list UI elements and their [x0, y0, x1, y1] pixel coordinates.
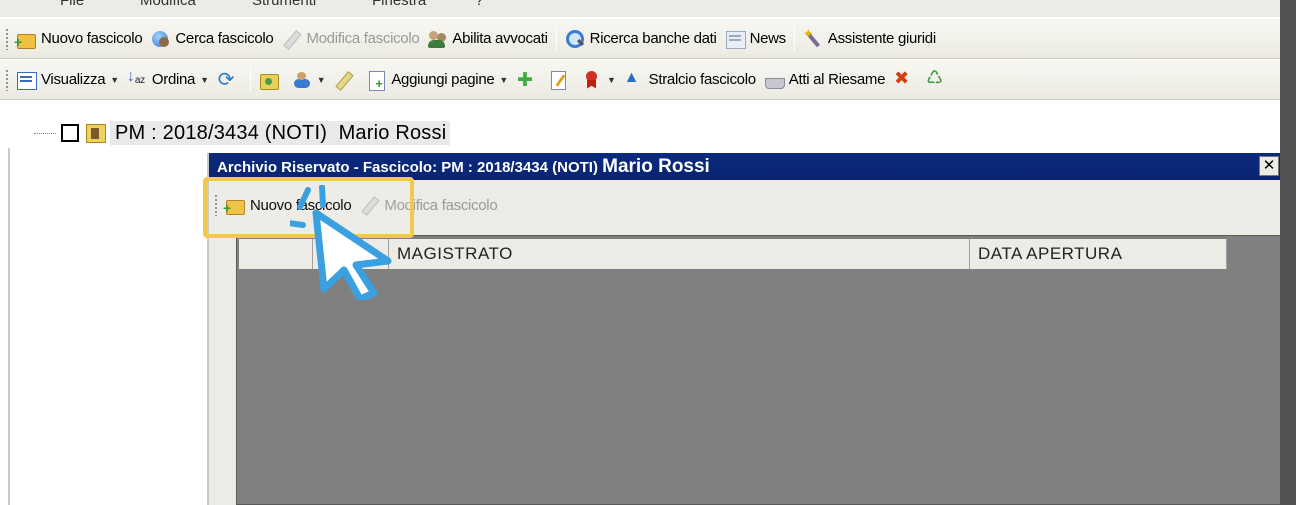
toolbar-grip[interactable] [5, 68, 9, 91]
ordina-label: Ordina [151, 71, 196, 88]
pencil-icon [281, 29, 301, 49]
modifica-fascicolo-label: Modifica fascicolo [306, 30, 420, 47]
doc-edit-button[interactable] [545, 65, 578, 95]
caret-down-icon: ▼ [316, 74, 326, 85]
ribbon-icon [582, 70, 602, 90]
toolbar-grip[interactable] [5, 27, 9, 50]
visualizza-label: Visualizza [41, 71, 106, 88]
abilita-avvocati-button[interactable]: Abilita avvocati [423, 24, 551, 54]
tree-node-checkbox[interactable] [61, 124, 79, 142]
visualizza-dropdown[interactable]: Visualizza ▼ [12, 65, 123, 95]
assistente-giuridico-label: Assistente giuridi [827, 30, 936, 47]
grid-column-magistrato[interactable]: MAGISTRATO [389, 239, 970, 269]
wand-icon [803, 26, 823, 49]
main-toolbar: Nuovo fascicolo Cerca fascicolo Modifica… [0, 19, 1296, 59]
caret-down-icon: ▼ [200, 74, 209, 85]
arrow-up-icon [624, 69, 644, 90]
news-icon [725, 29, 746, 49]
folder-icon [259, 70, 279, 90]
atti-al-riesame-label: Atti al Riesame [788, 71, 886, 88]
ricerca-banche-dati-button[interactable]: Ricerca banche dati [561, 24, 721, 54]
globe-search-icon [150, 29, 170, 49]
atti-al-riesame-button[interactable]: Atti al Riesame [760, 65, 889, 95]
pointer-cursor-icon [290, 185, 392, 300]
delete-button[interactable] [889, 65, 922, 95]
recycle-button[interactable] [922, 65, 955, 95]
nuovo-fascicolo-button[interactable]: Nuovo fascicolo [12, 24, 146, 54]
ordina-dropdown[interactable]: Ordina ▼ [123, 65, 213, 95]
stralcio-fascicolo-button[interactable]: Stralcio fascicolo [620, 65, 760, 95]
recycle-icon [926, 67, 946, 90]
dialog-title: Archivio Riservato - Fascicolo: PM : 201… [217, 159, 598, 176]
ribbon-dropdown[interactable]: ▼ [578, 65, 620, 95]
delete-icon [893, 68, 913, 90]
abilita-avvocati-label: Abilita avvocati [452, 30, 548, 47]
grid-column-data-apertura[interactable]: DATA APERTURA [970, 239, 1227, 269]
nuovo-fascicolo-label: Nuovo fascicolo [41, 30, 143, 47]
tree-node-label[interactable]: PM : 2018/3434 (NOTI) Mario Rossi [110, 121, 451, 145]
cerca-fascicolo-button[interactable]: Cerca fascicolo [146, 24, 277, 54]
toolbar-separator [249, 67, 251, 92]
window-frame-edge [1280, 0, 1296, 505]
dialog-title-name: Mario Rossi [602, 156, 710, 177]
modifica-fascicolo-button: Modifica fascicolo [277, 24, 423, 54]
toolbar-separator [555, 26, 557, 51]
edit-button[interactable] [329, 65, 362, 95]
close-icon[interactable]: ✕ [1259, 156, 1279, 176]
sort-icon [127, 70, 147, 90]
tree-connector [34, 133, 56, 134]
folder-new-icon [14, 29, 36, 49]
cerca-fascicolo-label: Cerca fascicolo [175, 30, 274, 47]
plus-icon [516, 69, 536, 92]
add-pages-icon [366, 70, 386, 91]
menu-help[interactable]: ? [475, 0, 483, 9]
search-icon [565, 29, 585, 49]
refresh-icon [217, 67, 237, 92]
caret-down-icon: ▼ [110, 74, 119, 85]
case-folder-icon [84, 121, 106, 143]
document-edit-icon [549, 70, 569, 90]
news-button[interactable]: News [721, 24, 790, 54]
dialog-title-bar[interactable]: Archivio Riservato - Fascicolo: PM : 201… [209, 153, 1296, 180]
menu-modifica[interactable]: Modifica [140, 0, 196, 9]
menu-strumenti[interactable]: Strumenti [252, 0, 316, 9]
aggiungi-pagine-dropdown[interactable]: Aggiungi pagine ▼ [362, 65, 512, 95]
menu-bar: File Modifica Strumenti Finestra ? [0, 0, 1296, 17]
left-panel-border [8, 148, 10, 505]
folder-button[interactable] [255, 65, 288, 95]
people-icon [292, 70, 312, 90]
list-view-icon [16, 70, 37, 90]
caret-down-icon: ▼ [607, 74, 616, 85]
pencil-icon [333, 70, 353, 90]
stralcio-fascicolo-label: Stralcio fascicolo [648, 71, 756, 88]
menu-file[interactable]: File [60, 0, 84, 9]
caret-down-icon: ▼ [499, 74, 509, 85]
people-dropdown[interactable]: ▼ [288, 65, 330, 95]
refresh-button[interactable] [213, 65, 246, 95]
add-button[interactable] [512, 65, 545, 95]
assistente-giuridico-button[interactable]: Assistente giuridi [799, 24, 940, 54]
ricerca-banche-dati-label: Ricerca banche dati [589, 30, 717, 47]
toolbar-separator [793, 26, 795, 51]
aggiungi-pagine-label: Aggiungi pagine [391, 71, 495, 88]
news-label: News [749, 30, 787, 47]
menu-finestra[interactable]: Finestra [372, 0, 426, 9]
secondary-toolbar: Visualizza ▼ Ordina ▼ ▼ Aggiungi pagine … [0, 60, 1296, 100]
tray-icon [764, 70, 785, 90]
users-icon [427, 29, 447, 49]
